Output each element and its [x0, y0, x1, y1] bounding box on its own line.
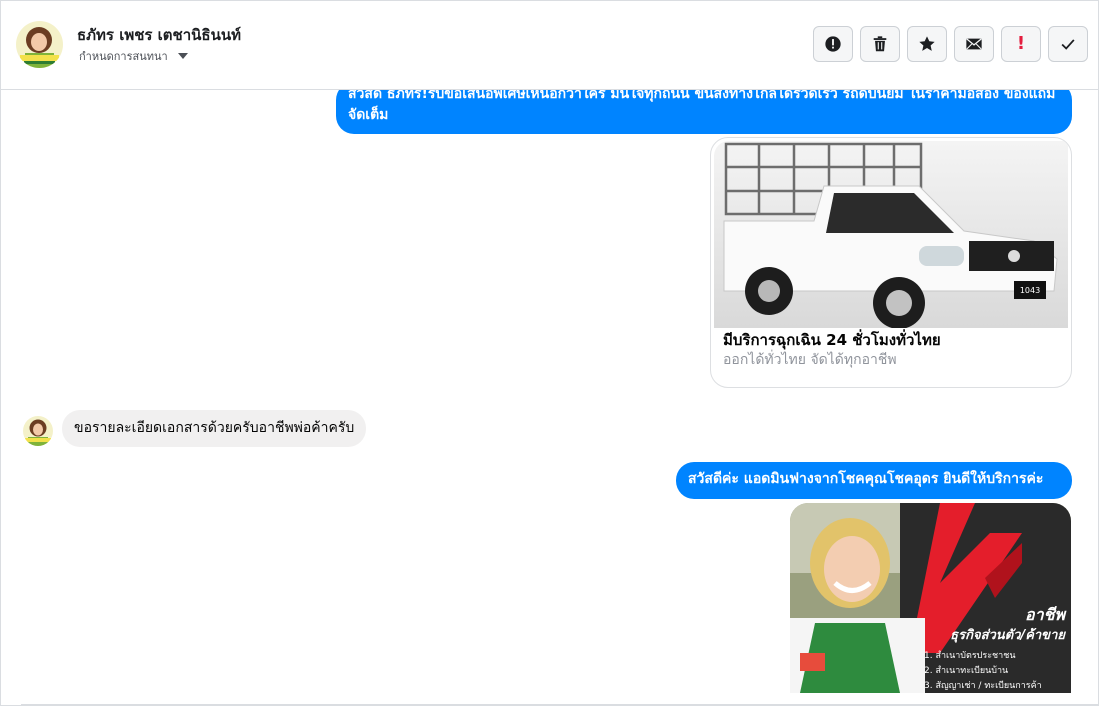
- trash-icon: [873, 36, 887, 52]
- check-icon: [1061, 39, 1075, 50]
- delete-button[interactable]: [860, 26, 900, 62]
- conversation-header: ธภัทร เพชร เตชานิธินนท์ กำหนดการสนทนา !: [1, 1, 1098, 90]
- schedule-dropdown[interactable]: กำหนดการสนทนา: [79, 47, 188, 65]
- link-card[interactable]: 1043 มีบริการฉุกเฉิน 24 ชั่วโมงทั่วไทย อ…: [710, 137, 1072, 388]
- star-icon: [919, 36, 935, 51]
- promo-item: 1. สำเนาบัตรประชาชน: [924, 651, 1016, 661]
- mail-icon: [966, 38, 982, 50]
- message-list[interactable]: สวัสดี ธภัทร!รับขอเสนอพิเศษเหนือกว่าใคร …: [1, 90, 1098, 705]
- promo-item: 2. สำเนาทะเบียนบ้าน: [924, 666, 1009, 676]
- contact-name: ธภัทร เพชร เตชานิธินนท์: [77, 26, 241, 44]
- sender-avatar[interactable]: [23, 416, 53, 446]
- follow-up-button[interactable]: !: [1001, 26, 1041, 62]
- card-description: ออกได้ทั่วไทย จัดได้ทุกอาชีพ: [723, 352, 897, 368]
- spam-button[interactable]: [813, 26, 853, 62]
- promo-subtitle: ธุรกิจส่วนตัว/ค้าขาย: [950, 628, 1065, 643]
- promo-image[interactable]: อาชีพ ธุรกิจส่วนตัว/ค้าขาย 1. สำเนาบัตรป…: [790, 503, 1071, 693]
- promo-requirements-list: 1. สำเนาบัตรประชาชน 2. สำเนาทะเบียนบ้าน …: [924, 649, 1042, 693]
- caret-down-icon: [177, 53, 188, 59]
- contact-avatar[interactable]: [16, 21, 63, 68]
- alert-circle-icon: [825, 36, 841, 52]
- outgoing-message: สวัสดี ธภัทร!รับขอเสนอพิเศษเหนือกว่าใคร …: [336, 90, 1072, 134]
- truck-image: 1043: [714, 141, 1068, 328]
- header-actions: !: [813, 26, 1088, 62]
- star-button[interactable]: [907, 26, 947, 62]
- composer-divider: [21, 704, 1098, 705]
- exclamation-red-icon: !: [1016, 33, 1026, 54]
- mark-unread-button[interactable]: [954, 26, 994, 62]
- schedule-label: กำหนดการสนทนา: [79, 50, 168, 63]
- done-button[interactable]: [1048, 26, 1088, 62]
- incoming-message: ขอรายละเอียดเอกสารด้วยครับอาชีพพ่อค้าครั…: [62, 410, 367, 447]
- promo-item: 3. สัญญาเช่า / ทะเบียนการค้า: [924, 681, 1042, 691]
- conversation-panel: ธภัทร เพชร เตชานิธินนท์ กำหนดการสนทนา ! …: [0, 0, 1099, 706]
- outgoing-message: สวัสดีค่ะ แอดมินฟางจากโชคคุณโชคอุดร ยินด…: [676, 462, 1072, 499]
- plate-text: 1043: [1020, 286, 1040, 295]
